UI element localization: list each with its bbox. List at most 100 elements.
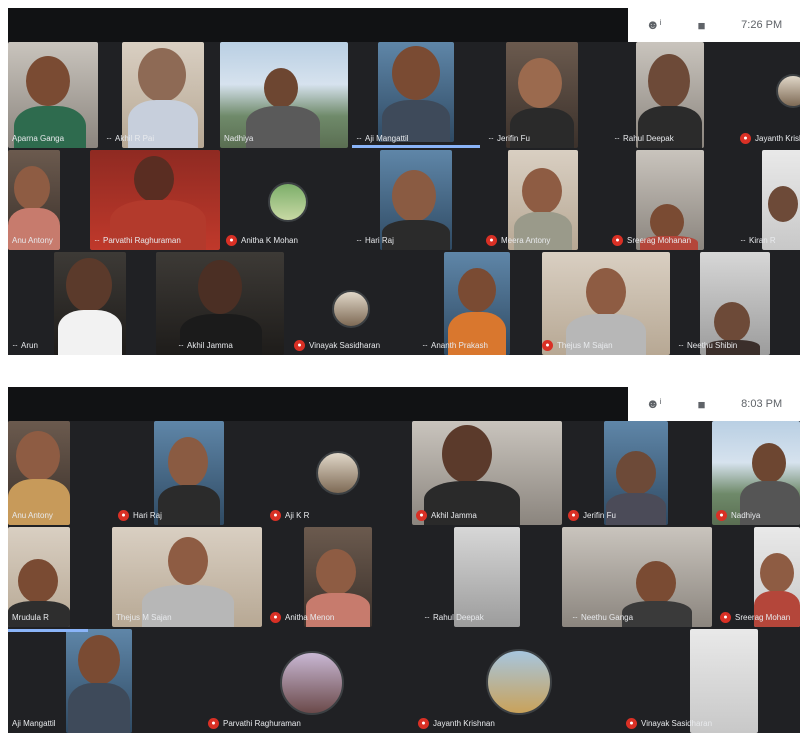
participant-tile[interactable]: ··· Neethu Shibin: [674, 252, 800, 355]
participant-tile[interactable]: ● Vinayak Sasidharan: [290, 252, 416, 355]
chat-icon[interactable]: ■: [698, 397, 706, 412]
speaking-indicator: [352, 145, 480, 148]
participant-tile[interactable]: ··· Aji Mangattil: [352, 42, 480, 148]
participant-label: ● Aji K R: [270, 508, 309, 522]
mic-off-icon: ●: [208, 717, 219, 729]
meeting-status-bar: ☻ⁱ ■ 8:03 PM: [628, 387, 800, 421]
participant-tile[interactable]: ●Jayanth Krishnan: [736, 42, 800, 148]
participant-tile[interactable]: ··· Arun: [8, 252, 130, 355]
mic-off-icon: ●: [270, 509, 281, 521]
participant-label: ● Anitha Menon: [270, 610, 334, 624]
clock-time: 8:03 PM: [741, 398, 783, 410]
more-options-icon[interactable]: ···: [12, 341, 18, 350]
more-options-icon[interactable]: ···: [424, 613, 430, 622]
more-options-icon[interactable]: ···: [614, 134, 620, 143]
participant-label: ··· Rahul Deepak: [614, 133, 674, 143]
participant-tile[interactable]: ● Meera Antony: [482, 150, 606, 250]
participant-tile[interactable]: ● Sreerag Mohan: [716, 527, 800, 627]
participant-tile[interactable]: Anu Antony: [8, 421, 74, 525]
mic-off-icon: ●: [270, 611, 281, 623]
participant-label: ● Parvathi Raghuraman: [208, 716, 301, 730]
more-options-icon[interactable]: ···: [678, 341, 684, 350]
participant-video: [66, 629, 132, 733]
participant-label: ● Hari Raj: [118, 508, 162, 522]
participant-label: ● Jerifin Fu: [568, 508, 616, 522]
participant-tile[interactable]: ● Hari Raj: [114, 421, 270, 525]
mic-off-icon: ●: [486, 234, 497, 246]
participant-face: [66, 258, 112, 312]
chat-icon[interactable]: ■: [698, 18, 706, 33]
participant-tile[interactable]: ● Nadhiya: [712, 421, 800, 525]
participant-label: ● Sreerag Mohan: [720, 610, 790, 624]
participant-label: ●Jayanth Krishnan: [418, 716, 495, 730]
participant-avatar: [332, 290, 370, 328]
participant-tile[interactable]: ··· Akhil R Pai: [102, 42, 224, 148]
participant-video: [54, 252, 126, 355]
participant-tile[interactable]: ··· Parvathi Raghuraman: [90, 150, 220, 250]
mic-off-icon: ●: [626, 717, 637, 729]
participant-face: [768, 186, 798, 222]
participant-avatar: [486, 649, 552, 715]
participant-tile[interactable]: ··· Kiran R: [736, 150, 800, 250]
mic-off-icon: ●: [612, 234, 623, 246]
participant-tile[interactable]: ● Jerifin Fu: [564, 421, 704, 525]
participant-tile[interactable]: ● Anitha K Mohan: [222, 150, 350, 250]
participant-tile[interactable]: ● Parvathi Raghuraman: [204, 629, 414, 733]
participant-tile[interactable]: ● Thejus M Sajan: [538, 252, 672, 355]
participant-face: [714, 302, 750, 342]
meeting-status-bar: ☻ⁱ ■ 7:26 PM: [628, 8, 800, 42]
participant-tile[interactable]: ··· Hari Raj: [352, 150, 480, 250]
participant-label: ● Meera Antony: [486, 233, 550, 247]
participant-face: [392, 46, 440, 100]
participant-face: [18, 559, 58, 603]
more-options-icon[interactable]: ···: [94, 236, 100, 245]
participant-tile[interactable]: Mrudula R: [8, 527, 74, 627]
participant-tile[interactable]: ··· Rahul Deepak: [420, 527, 544, 627]
participant-label: ··· Ananth Prakash: [422, 340, 488, 350]
more-options-icon[interactable]: ···: [106, 134, 112, 143]
more-options-icon[interactable]: ···: [178, 341, 184, 350]
participant-body: [246, 106, 320, 148]
participant-tile[interactable]: ··· Rahul Deepak: [610, 42, 732, 148]
participant-label: Nadhiya: [224, 133, 254, 143]
more-options-icon[interactable]: ···: [740, 236, 746, 245]
participant-face: [78, 635, 120, 685]
participant-label: ● Sreerag Mohanan: [612, 233, 691, 247]
more-options-icon[interactable]: ···: [422, 341, 428, 350]
more-options-icon[interactable]: ···: [356, 236, 362, 245]
participant-tile[interactable]: ● Vinayak Sasidharan: [622, 629, 800, 733]
participant-tile[interactable]: ··· Neethu Ganga: [562, 527, 712, 627]
participant-face: [760, 553, 794, 593]
participant-tile[interactable]: ● Sreerag Mohanan: [608, 150, 732, 250]
participant-tile[interactable]: Thejus M Sajan: [112, 527, 262, 627]
people-icon[interactable]: ☻ⁱ: [646, 17, 662, 33]
people-icon[interactable]: ☻ⁱ: [646, 396, 662, 412]
participant-tile[interactable]: Nadhiya: [220, 42, 348, 148]
more-options-icon[interactable]: ···: [572, 613, 578, 622]
participant-label: ● Akhil Jamma: [416, 508, 477, 522]
participant-face: [168, 437, 208, 487]
participant-avatar: [268, 182, 308, 222]
meeting-screenshot-bottom: ☻ⁱ ■ 8:03 PM Anu Antony ● Hari Raj ● Aji K…: [8, 387, 800, 733]
participant-tile[interactable]: ●Jayanth Krishnan: [414, 629, 624, 733]
participant-tile[interactable]: Aparna Ganga: [8, 42, 98, 148]
participant-tile[interactable]: ● Akhil Jamma: [412, 421, 562, 525]
mic-off-icon: ●: [720, 611, 731, 623]
participant-tile[interactable]: ··· Jerifin Fu: [484, 42, 606, 148]
clock-time: 7:26 PM: [741, 19, 783, 31]
participant-tile[interactable]: Anu Antony: [8, 150, 86, 250]
participant-body: [68, 683, 130, 733]
participant-tile[interactable]: ··· Ananth Prakash: [418, 252, 514, 355]
more-options-icon[interactable]: ···: [356, 134, 362, 143]
participant-tile[interactable]: ● Anitha Menon: [266, 527, 376, 627]
participant-tile[interactable]: ··· Akhil Jamma: [138, 252, 288, 355]
participant-label: Anu Antony: [12, 510, 53, 520]
participant-face: [518, 58, 562, 108]
participant-tile[interactable]: ● Aji K R: [266, 421, 406, 525]
participant-label: ··· Rahul Deepak: [424, 612, 484, 622]
participant-face: [14, 166, 50, 210]
participant-tile[interactable]: Aji Mangattil: [8, 629, 136, 733]
participant-face: [198, 260, 242, 314]
more-options-icon[interactable]: ···: [488, 134, 494, 143]
participant-label: ··· Aji Mangattil: [356, 133, 409, 143]
